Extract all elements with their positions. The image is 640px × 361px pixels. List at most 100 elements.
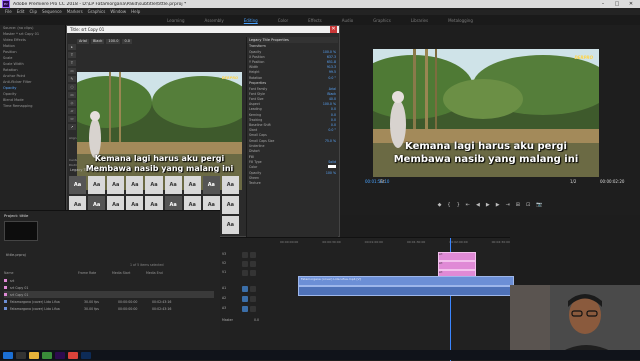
menu-window[interactable]: Window xyxy=(110,9,126,14)
menu-sequence[interactable]: Sequence xyxy=(42,9,62,14)
project-tab[interactable]: Project: tittle xyxy=(0,211,220,220)
premiere-taskbar-icon[interactable] xyxy=(55,351,65,359)
mark-out-icon[interactable]: } xyxy=(457,202,460,208)
workspace-metalogging[interactable]: Metalogging xyxy=(448,18,473,23)
close-icon[interactable]: ✕ xyxy=(330,26,337,33)
style-swatch[interactable]: Aa xyxy=(107,176,125,194)
resolution-dropdown[interactable]: 1/2 xyxy=(570,179,576,184)
lock-icon[interactable] xyxy=(242,270,248,276)
add-marker-icon[interactable]: ◆ xyxy=(438,202,442,208)
col-media-start[interactable]: Media Start xyxy=(112,271,146,275)
windows-start-icon[interactable] xyxy=(3,351,13,359)
go-to-in-icon[interactable]: ⇤ xyxy=(466,202,470,208)
rounded-rect-tool-icon[interactable]: ⬭ xyxy=(68,116,76,122)
title-clip[interactable]: srt xyxy=(438,261,476,270)
list-item[interactable]: Fatamorgana (cover) Lida Lifua 30.00 fps… xyxy=(4,305,214,312)
style-swatch[interactable]: Aa xyxy=(183,176,201,194)
list-item-selected[interactable]: srt Copy 01 xyxy=(4,291,214,298)
title-text-line1[interactable]: Kemana lagi harus aku pergi xyxy=(77,154,242,163)
list-item[interactable]: srt xyxy=(4,277,214,284)
lock-icon[interactable] xyxy=(242,261,248,267)
program-frame[interactable]: DERPRO Kemana lagi harus aku pergi Memba… xyxy=(373,49,599,177)
mark-in-icon[interactable]: { xyxy=(447,202,450,208)
search-icon[interactable] xyxy=(16,351,26,359)
audio-clip[interactable] xyxy=(298,286,512,296)
ellipse-tool-icon[interactable]: ○ xyxy=(68,84,76,90)
style-swatch[interactable]: Aa xyxy=(69,176,87,194)
area-type-tool-icon[interactable]: ▭ xyxy=(68,68,76,74)
line-tool-icon[interactable]: ↗ xyxy=(68,124,76,130)
wedge-tool-icon[interactable]: ◇ xyxy=(68,100,76,106)
kerning-field[interactable]: 0.0 xyxy=(122,38,133,44)
solo-icon[interactable] xyxy=(250,306,256,312)
list-item[interactable]: Fatamorgana (cover) Lida Lifua 30.00 fps… xyxy=(4,298,214,305)
lift-icon[interactable]: ⊞ xyxy=(516,202,520,208)
font-style-field[interactable]: Black xyxy=(90,38,105,44)
style-swatch[interactable]: Aa xyxy=(221,196,239,214)
style-swatch[interactable]: Aa xyxy=(164,176,182,194)
menu-edit[interactable]: Edit xyxy=(17,9,25,14)
col-name[interactable]: Name xyxy=(4,271,78,275)
export-frame-icon[interactable]: 📷 xyxy=(536,202,542,208)
effect-item[interactable]: Time Remapping xyxy=(0,103,65,109)
style-swatch[interactable]: Aa xyxy=(145,176,163,194)
style-swatch[interactable]: Aa xyxy=(221,216,239,234)
workspace-learning[interactable]: Learning xyxy=(167,18,184,23)
go-to-out-icon[interactable]: ⇥ xyxy=(506,202,510,208)
rectangle-tool-icon[interactable]: ▭ xyxy=(68,92,76,98)
menu-clip[interactable]: Clip xyxy=(29,9,37,14)
menu-file[interactable]: File xyxy=(5,9,12,14)
fit-dropdown[interactable]: Fit xyxy=(380,179,385,184)
mute-icon[interactable] xyxy=(242,296,248,302)
menu-markers[interactable]: Markers xyxy=(67,9,83,14)
title-clip[interactable]: srt xyxy=(438,252,476,261)
style-swatch[interactable]: Aa xyxy=(202,176,220,194)
app-icon[interactable] xyxy=(42,351,52,359)
mute-icon[interactable] xyxy=(242,286,248,292)
workspace-audio[interactable]: Audio xyxy=(342,18,353,23)
vertical-type-tool-icon[interactable]: T xyxy=(68,60,76,66)
app-icon[interactable] xyxy=(81,351,91,359)
prop-row[interactable]: Texture xyxy=(247,180,338,185)
close-button[interactable]: ✕ xyxy=(624,0,638,8)
minimize-button[interactable]: – xyxy=(596,0,610,8)
lock-icon[interactable] xyxy=(242,252,248,258)
workspace-effects[interactable]: Effects xyxy=(308,18,322,23)
step-forward-icon[interactable]: ▶ xyxy=(496,202,500,208)
menu-graphics[interactable]: Graphics xyxy=(88,9,106,14)
pen-tool-icon[interactable]: ✎ xyxy=(68,76,76,82)
file-explorer-icon[interactable] xyxy=(29,351,39,359)
app-icon[interactable] xyxy=(68,351,78,359)
master-volume[interactable]: 0.0 xyxy=(254,318,259,322)
font-family-field[interactable]: Arial xyxy=(77,38,89,44)
video-clip[interactable]: Fatamorgana (cover) Lida Lifua.mp4 [V] xyxy=(298,276,514,286)
style-swatch[interactable]: Aa xyxy=(221,176,239,194)
workspace-graphics[interactable]: Graphics xyxy=(373,18,391,23)
eye-icon[interactable] xyxy=(250,270,256,276)
list-item[interactable]: srt Copy 01 xyxy=(4,284,214,291)
solo-icon[interactable] xyxy=(250,286,256,292)
time-ruler[interactable]: 00:00:00:00 00:00:30:00 00:01:00:00 00:0… xyxy=(280,239,510,245)
solo-icon[interactable] xyxy=(250,296,256,302)
extract-icon[interactable]: ⊡ xyxy=(526,202,530,208)
mute-icon[interactable] xyxy=(242,306,248,312)
play-icon[interactable]: ▶ xyxy=(486,202,490,208)
type-tool-icon[interactable]: T xyxy=(68,52,76,58)
workspace-color[interactable]: Color xyxy=(278,18,288,23)
workspace-assembly[interactable]: Assembly xyxy=(205,18,224,23)
style-swatch[interactable]: Aa xyxy=(88,176,106,194)
workspace-libraries[interactable]: Libraries xyxy=(411,18,428,23)
eye-icon[interactable] xyxy=(250,261,256,267)
selection-tool-icon[interactable]: ▸ xyxy=(68,44,76,50)
eye-icon[interactable] xyxy=(250,252,256,258)
program-timecode[interactable]: 00:01:51:10 xyxy=(365,179,389,184)
fill-color-swatch[interactable] xyxy=(328,165,336,169)
col-frame-rate[interactable]: Frame Rate xyxy=(78,271,112,275)
maximize-button[interactable]: □ xyxy=(610,0,624,8)
workspace-editing[interactable]: Editing xyxy=(244,18,258,23)
font-size-field[interactable]: 100.0 xyxy=(106,38,121,44)
menu-help[interactable]: Help xyxy=(131,9,140,14)
style-swatch[interactable]: Aa xyxy=(126,176,144,194)
clipped-rect-tool-icon[interactable]: ▱ xyxy=(68,108,76,114)
step-back-icon[interactable]: ◀ xyxy=(476,202,480,208)
